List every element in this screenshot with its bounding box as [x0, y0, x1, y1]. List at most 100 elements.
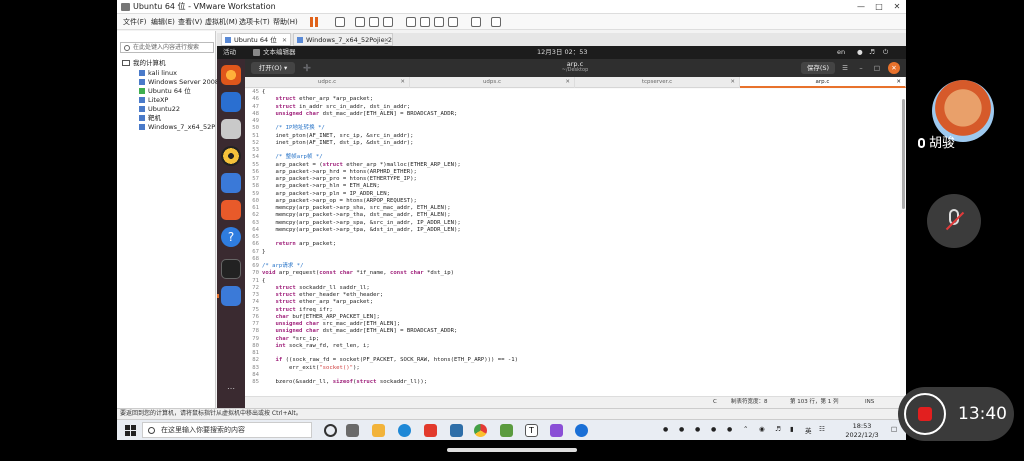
power-icon[interactable]: ⏻ [883, 46, 888, 59]
code-line[interactable]: 75 struct ifreq ifr; [245, 307, 900, 314]
code-line[interactable]: 69/* arp请求 */ [245, 263, 900, 270]
code-line[interactable]: 48 unsigned char dst_mac_addr[ETH_ALEN] … [245, 111, 900, 118]
code-line[interactable]: 65 [245, 234, 900, 241]
tray-icon[interactable]: ● [663, 426, 668, 433]
code-line[interactable]: 82 if ((sock_raw_fd = socket(PF_PACKET, … [245, 357, 900, 364]
text-editor-icon[interactable] [217, 286, 241, 306]
close-tab-icon[interactable]: ✕ [565, 77, 570, 88]
insert-mode[interactable]: INS [865, 397, 874, 408]
volume-icon[interactable]: ♬ [775, 425, 781, 433]
doc-tab-udps[interactable]: udps.c ✕ [410, 77, 575, 88]
library-item-win7[interactable]: Windows_7_x64_52Pojie_2 [139, 123, 215, 132]
code-line[interactable]: 67} [245, 249, 900, 256]
menu-tabs[interactable]: 选项卡(T) [239, 14, 270, 30]
doc-tab-udpc[interactable]: udpc.c ✕ [245, 77, 410, 88]
library-search-input[interactable]: 在此处键入内容进行搜索 [120, 42, 214, 53]
task-view-icon[interactable] [346, 424, 359, 437]
home-indicator[interactable] [447, 448, 577, 452]
tab-width-selector[interactable]: 制表符宽度：8 [731, 397, 768, 408]
code-line[interactable]: 73 struct ether_header *eth_header; [245, 292, 900, 299]
network-icon[interactable]: ● [857, 46, 863, 59]
help-icon[interactable]: ? [221, 227, 241, 247]
files-icon[interactable] [221, 119, 241, 139]
ubuntu-guest-screen[interactable]: 活动 文本编辑器 12月3日 02：53 en ● ♬ ⏻ ? ⋯ 打开(O) … [217, 46, 906, 408]
menu-edit[interactable]: 编辑(E) [151, 14, 175, 30]
taskbar-clock-date[interactable]: 2022/12/3 [837, 431, 887, 439]
library-view-icon[interactable] [406, 17, 416, 27]
code-line[interactable]: 59 arp_packet->arp_pln = IP_ADDR_LEN; [245, 191, 900, 198]
open-button[interactable]: 打开(O) ▾ [251, 62, 295, 74]
code-line[interactable]: 46 struct ether_arp *arp_packet; [245, 96, 900, 103]
code-line[interactable]: 79 char *src_ip; [245, 336, 900, 343]
library-item-ubuntu22[interactable]: Ubuntu22 [139, 105, 180, 114]
wps-icon[interactable] [424, 424, 437, 437]
vm-tab-win7[interactable]: Windows_7_x64_52Pojie_2 ✕ [293, 33, 393, 46]
file-explorer-icon[interactable] [372, 424, 385, 437]
code-line[interactable]: 71{ [245, 278, 900, 285]
network-icon[interactable]: ◉ [759, 425, 765, 433]
library-item-win2008[interactable]: Windows Server 2008 [139, 78, 219, 87]
pause-icon[interactable] [309, 17, 319, 27]
vmware-taskbar-icon[interactable] [500, 424, 513, 437]
code-line[interactable]: 55 arp_packet = (struct ether_arp *)mall… [245, 162, 900, 169]
code-line[interactable]: 63 memcpy(arp_packet->arp_spa, &src_in_a… [245, 220, 900, 227]
software-center-icon[interactable] [221, 200, 241, 220]
code-line[interactable]: 60 arp_packet->arp_op = htons(ARPOP_REQU… [245, 198, 900, 205]
close-icon[interactable]: ✕ [888, 62, 900, 74]
terminal-icon[interactable] [221, 259, 241, 279]
console-view-icon[interactable] [471, 17, 481, 27]
stretch-guest-icon[interactable] [491, 17, 501, 27]
minimize-icon[interactable]: – [855, 62, 867, 74]
code-line[interactable]: 54 /* 整帧arp帧 */ [245, 154, 900, 161]
code-line[interactable]: 61 memcpy(arp_packet->arp_sha, src_mac_a… [245, 205, 900, 212]
taskbar-clock-time[interactable]: 18:53 [837, 422, 887, 430]
tray-icon[interactable]: ● [679, 426, 684, 433]
code-line[interactable]: 50 /* IP地址转换 */ [245, 125, 900, 132]
close-tab-icon[interactable]: ✕ [400, 77, 405, 88]
code-line[interactable]: 52 inet_pton(AF_INET, dst_ip, &dst_in_ad… [245, 140, 900, 147]
chrome-icon[interactable] [474, 424, 487, 437]
thunderbird-icon[interactable] [221, 92, 241, 112]
show-apps-icon[interactable]: ⋯ [221, 379, 241, 399]
hamburger-menu-icon[interactable]: ☰ [839, 62, 851, 74]
code-line[interactable]: 83 err_exit("socket()"); [245, 365, 900, 372]
code-line[interactable]: 64 memcpy(arp_packet->arp_tpa, &dst_in_a… [245, 227, 900, 234]
show-hidden-icons-icon[interactable]: ⌃ [743, 425, 748, 433]
doc-tab-tcpserver[interactable]: tcpserver.c ✕ [575, 77, 740, 88]
input-language-indicator[interactable]: 英 [805, 425, 812, 435]
code-line[interactable]: 81 [245, 350, 900, 357]
code-line[interactable]: 74 struct ether_arp *arp_packet; [245, 299, 900, 306]
app-menu-label[interactable]: 文本编辑器 [263, 46, 296, 59]
code-line[interactable]: 66 return arp_packet; [245, 241, 900, 248]
typora-icon[interactable]: T [525, 424, 538, 437]
save-button[interactable]: 保存(S) [801, 62, 835, 74]
notification-icon[interactable]: □ [891, 425, 897, 433]
editor-scrollbar[interactable] [902, 99, 905, 209]
thumbnail-view-icon[interactable] [420, 17, 430, 27]
cortana-icon[interactable] [324, 424, 337, 437]
code-line[interactable]: 70 void arp_request(const char *if_name, … [245, 270, 900, 277]
library-item-litexp[interactable]: LiteXP [139, 96, 168, 105]
code-line[interactable]: 76 char buf[ETHER_ARP_PACKET_LEN]; [245, 314, 900, 321]
vm-tab-ubuntu[interactable]: Ubuntu 64 位 ✕ [221, 33, 291, 46]
send-ctrl-alt-del-icon[interactable] [335, 17, 345, 27]
minimize-icon[interactable]: — [852, 0, 870, 14]
snapshot-icon[interactable] [355, 17, 365, 27]
battery-icon[interactable]: ▮ [790, 425, 794, 433]
code-line[interactable]: 58 arp_packet->arp_hln = ETH_ALEN; [245, 183, 900, 190]
browser-icon[interactable] [575, 424, 588, 437]
code-line[interactable]: 56 arp_packet->arp_hrd = htons(ARPHRD_ET… [245, 169, 900, 176]
code-line[interactable]: 72 struct sockaddr_ll saddr_ll; [245, 285, 900, 292]
code-line[interactable]: 53 [245, 147, 900, 154]
code-line[interactable]: 51 inet_pton(AF_INET, src_ip, &src_in_ad… [245, 133, 900, 140]
keyboard-layout-indicator[interactable]: en [837, 46, 845, 59]
code-line[interactable]: 68 [245, 256, 900, 263]
menu-view[interactable]: 查看(V) [178, 14, 202, 30]
top-bar-clock[interactable]: 12月3日 02：53 [537, 46, 588, 59]
revert-snapshot-icon[interactable] [369, 17, 379, 27]
code-line[interactable]: 80 int sock_raw_fd, ret_len, i; [245, 343, 900, 350]
edge-icon[interactable] [398, 424, 411, 437]
activities-button[interactable]: 活动 [223, 46, 236, 59]
stop-recording-button[interactable] [904, 393, 946, 435]
maximize-icon[interactable]: □ [871, 62, 883, 74]
